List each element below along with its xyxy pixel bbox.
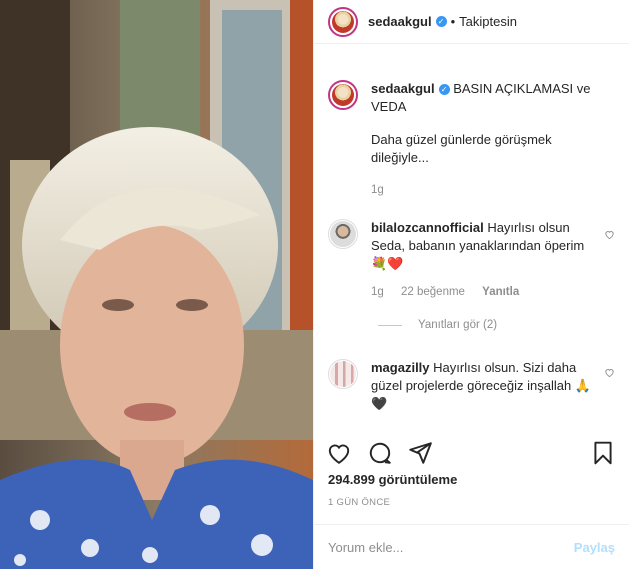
following-status[interactable]: Takiptesin — [459, 14, 517, 29]
comment-time[interactable]: 1g — [371, 286, 384, 298]
view-replies-button[interactable]: Yanıtları gör (2) — [378, 319, 497, 331]
commenter-avatar[interactable] — [328, 219, 358, 249]
comment-body: magazilly Hayırlısı olsun. Sizi daha güz… — [371, 359, 591, 413]
commenter-avatar[interactable] — [328, 359, 358, 389]
heart-icon[interactable] — [326, 440, 352, 466]
comment-item: bilalozcannofficial Hayırlısı olsun Seda… — [328, 219, 598, 301]
post-header: sedaakgul ✓ • Takiptesin — [314, 0, 629, 44]
view-count[interactable]: 294.899 görüntüleme — [328, 472, 457, 487]
add-comment-bar: Yorum ekle... Paylaş — [314, 524, 629, 569]
caption-text: Daha güzel günlerde görüşmek dileğiyle..… — [371, 132, 552, 165]
comment-like-heart-icon[interactable] — [604, 367, 615, 378]
author-avatar[interactable] — [328, 6, 358, 37]
bookmark-icon[interactable] — [590, 440, 616, 466]
action-bar — [314, 436, 629, 468]
author-username[interactable]: sedaakgul — [368, 14, 432, 29]
separator-dot: • — [450, 14, 456, 29]
comment-input[interactable]: Yorum ekle... — [328, 540, 574, 555]
verified-icon: ✓ — [438, 84, 450, 95]
comment-likes[interactable]: 22 beğenme — [401, 286, 465, 298]
comment-like-heart-icon[interactable] — [604, 229, 615, 240]
comment-username[interactable]: magazilly — [371, 360, 430, 375]
post-comment-button[interactable]: Paylaş — [574, 540, 615, 555]
replies-divider — [378, 324, 402, 326]
caption-body: sedaakgul ✓ BASIN AÇIKLAMASI ve VEDA Daha… — [371, 80, 591, 199]
verified-icon: ✓ — [435, 16, 447, 27]
video-frame — [0, 0, 313, 569]
reply-button[interactable]: Yanıtla — [482, 286, 519, 298]
comment-icon[interactable] — [367, 440, 393, 466]
post-timestamp[interactable]: 1 GÜN ÖNCE — [328, 497, 390, 508]
comment-username[interactable]: bilalozcannofficial — [371, 220, 484, 235]
share-icon[interactable] — [407, 440, 433, 466]
view-replies-label: Yanıtları gör (2) — [418, 319, 498, 331]
caption-avatar[interactable] — [328, 80, 358, 110]
caption-time[interactable]: 1g — [371, 184, 384, 196]
instagram-post: sedaakgul ✓ • Takiptesin sedaakgul ✓ BASI… — [0, 0, 629, 569]
post-sidebar: sedaakgul ✓ • Takiptesin sedaakgul ✓ BASI… — [313, 0, 629, 569]
comment-body: bilalozcannofficial Hayırlısı olsun Seda… — [371, 219, 591, 301]
caption-username[interactable]: sedaakgul — [371, 81, 435, 96]
post-video[interactable] — [0, 0, 313, 569]
caption: sedaakgul ✓ BASIN AÇIKLAMASI ve VEDA Daha… — [328, 80, 598, 199]
comment-item: magazilly Hayırlısı olsun. Sizi daha güz… — [328, 359, 598, 413]
